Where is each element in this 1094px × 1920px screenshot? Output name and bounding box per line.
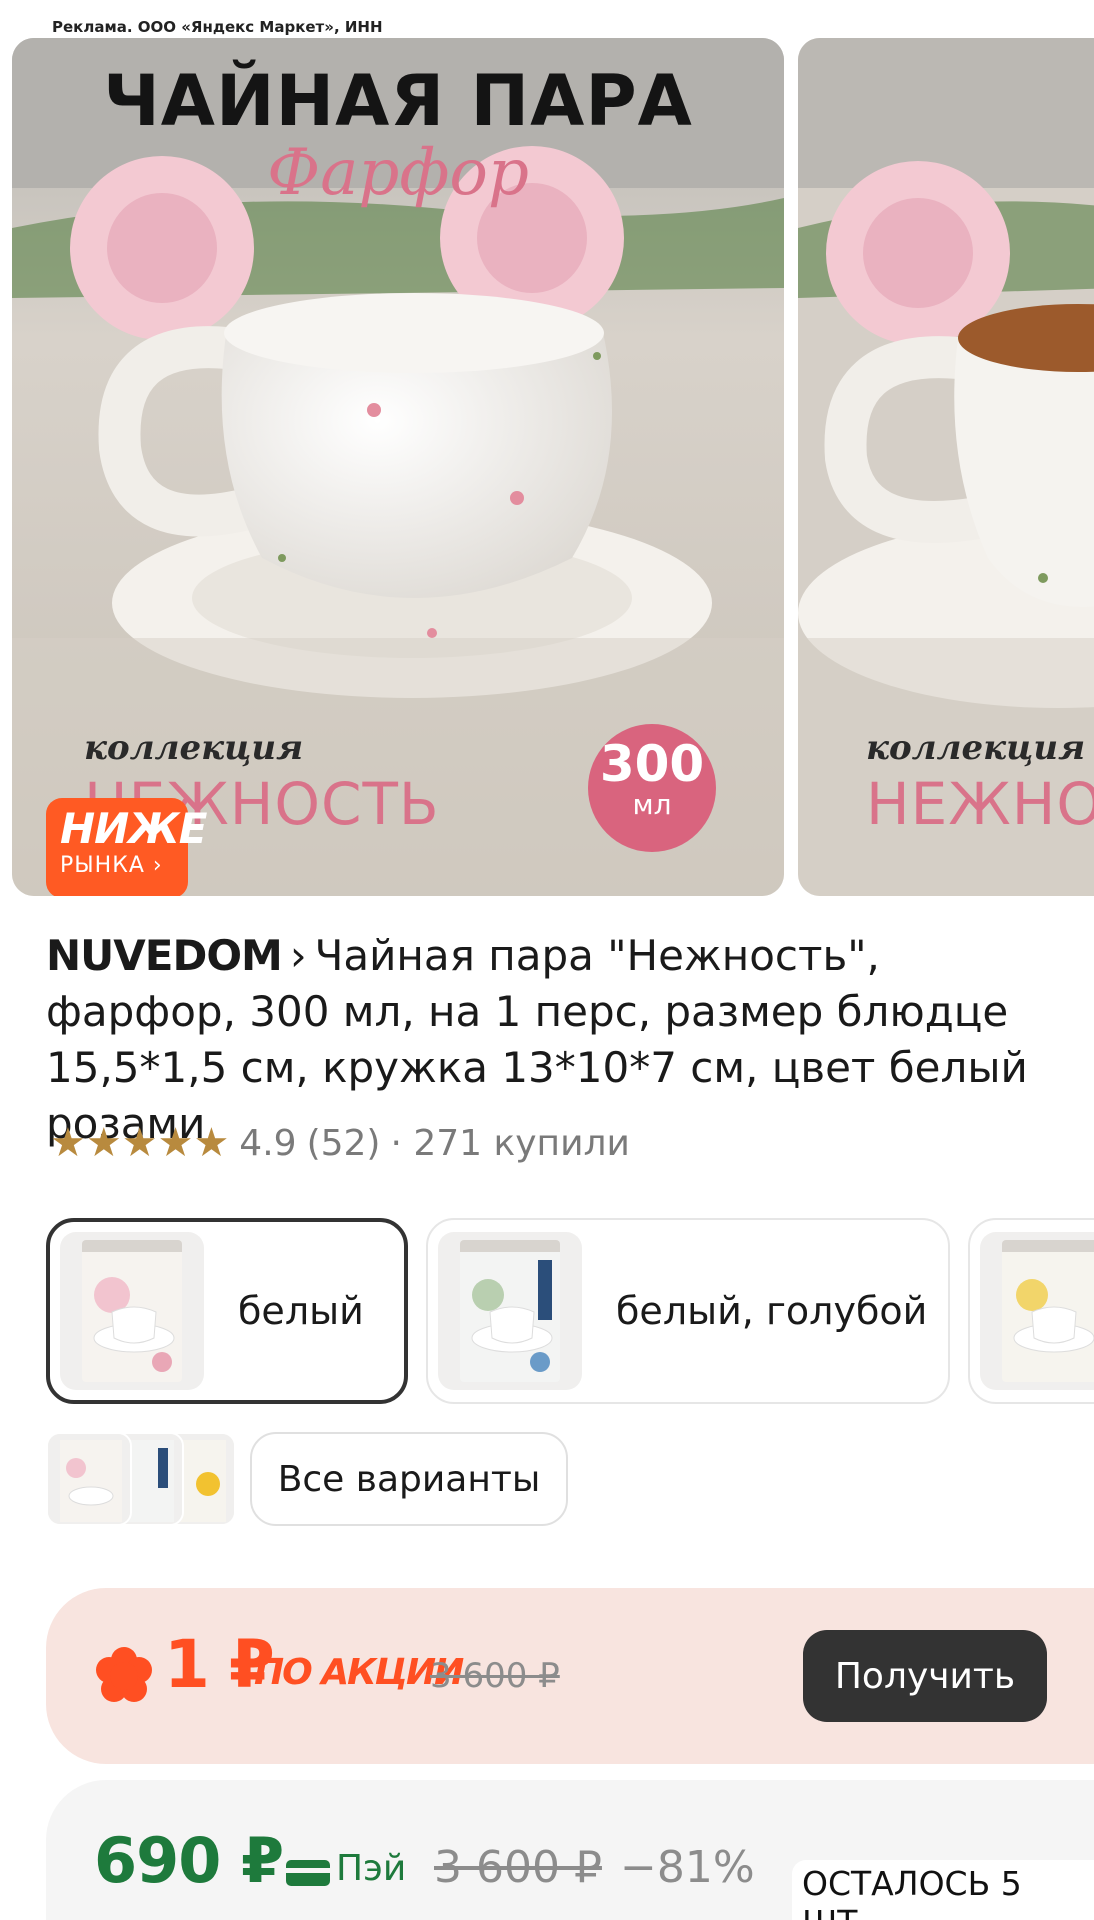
rating-value: 4.9: [239, 1122, 297, 1164]
below-market-badge[interactable]: НИЖЕ РЫНКА ›: [46, 798, 207, 896]
variant-label: белый: [238, 1289, 364, 1333]
rating-summary[interactable]: ★★★★★ 4.9 (52) · 271 купили: [50, 1118, 640, 1168]
variant-thumbnail: [438, 1232, 582, 1390]
flower-icon: [96, 1647, 152, 1702]
collection-name-2: НЕЖНОСТЬ: [866, 770, 1094, 838]
collection-label: коллекция: [84, 728, 304, 768]
bought-count: · 271 купили: [390, 1122, 630, 1164]
variants-thumbnail-stack[interactable]: [46, 1432, 236, 1526]
variant-label: белый, голубой: [616, 1289, 928, 1333]
package-image: [1002, 1240, 1094, 1382]
variant-selector: белый белый, голубой: [46, 1218, 1094, 1404]
collection-label-2: коллекция: [866, 728, 1086, 768]
volume-badge: 300 мл: [588, 724, 716, 852]
get-promo-button[interactable]: Получить: [803, 1630, 1047, 1722]
current-price: 690 ₽: [94, 1824, 284, 1897]
variant-option-lemon[interactable]: [968, 1218, 1094, 1404]
volume-number: 300: [599, 735, 705, 793]
promo-old-price: 3 600 ₽: [430, 1656, 560, 1696]
package-image: [460, 1240, 560, 1382]
ad-disclaimer-line1: Реклама. ООО «Яндекс Маркет», ИНН: [52, 18, 383, 36]
volume-unit: мл: [632, 788, 672, 821]
gallery-slide-1[interactable]: ЧАЙНАЯ ПАРА Фарфор коллекция НЕЖНОСТЬ 30…: [12, 38, 784, 896]
price-panel: 690 ₽ Пэй 3 600 ₽ −81% ОСТАЛОСЬ 5 ШТ: [46, 1780, 1094, 1920]
variant-option-white[interactable]: белый: [46, 1218, 408, 1404]
slide-title: ЧАЙНАЯ ПАРА: [103, 60, 693, 142]
variant-thumbnail: [60, 1232, 204, 1390]
below-market-small: РЫНКА ›: [60, 853, 163, 878]
card-icon: [286, 1860, 330, 1886]
chevron-right-icon: ›: [289, 931, 307, 980]
product-gallery[interactable]: ЧАЙНАЯ ПАРА Фарфор коллекция НЕЖНОСТЬ 30…: [0, 38, 1094, 896]
brand-link[interactable]: NUVEDOM: [46, 931, 283, 980]
pay-label: Пэй: [336, 1848, 407, 1889]
promo-offer-panel: 1 ₽ ПО АКЦИИ 3 600 ₽ Получить: [46, 1588, 1094, 1764]
old-price: 3 600 ₽: [434, 1842, 602, 1893]
mini-thumb-pink: [46, 1432, 132, 1526]
below-market-big: НИЖЕ: [60, 804, 207, 853]
slide-subtitle: Фарфор: [267, 136, 529, 210]
variant-option-white-blue[interactable]: белый, голубой: [426, 1218, 950, 1404]
package-image: [82, 1240, 182, 1382]
discount-badge: −81%: [620, 1842, 755, 1893]
review-count: (52): [306, 1122, 381, 1164]
gallery-slide-2[interactable]: коллекция НЕЖНОСТЬ: [798, 38, 1094, 896]
all-variants-button[interactable]: Все варианты: [250, 1432, 568, 1526]
variant-thumbnail: [980, 1232, 1094, 1390]
star-rating-icon: ★★★★★: [50, 1120, 230, 1166]
stock-remaining: ОСТАЛОСЬ 5 ШТ: [792, 1860, 1094, 1920]
